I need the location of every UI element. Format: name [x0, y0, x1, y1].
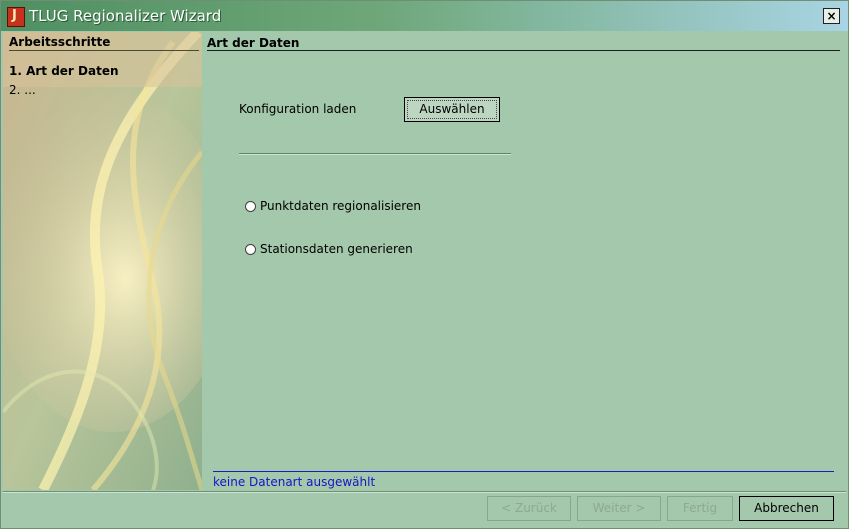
radio-stationsdaten[interactable] [245, 244, 256, 255]
sidebar: Arbeitsschritte 1. Art der Daten 2. ... [3, 32, 202, 490]
sidebar-step-2: 2. ... [9, 83, 36, 97]
page-title: Art der Daten [207, 36, 300, 50]
select-config-button-label: Auswählen [407, 100, 497, 119]
title-bar[interactable]: J TLUG Regionalizer Wizard × [1, 1, 848, 31]
wizard-window: J TLUG Regionalizer Wizard × Arbeitsschr… [0, 0, 849, 529]
cancel-button[interactable]: Abbrechen [739, 496, 834, 521]
select-config-button[interactable]: Auswählen [404, 97, 500, 122]
close-button[interactable]: × [823, 8, 840, 24]
next-button[interactable]: Weiter > [577, 496, 661, 521]
config-label: Konfiguration laden [239, 102, 357, 116]
radio-punktdaten[interactable] [245, 201, 256, 212]
title-divider [207, 50, 840, 51]
sidebar-step-1: 1. Art der Daten [9, 64, 119, 78]
status-message: keine Datenart ausgewählt [213, 475, 376, 489]
window-title: TLUG Regionalizer Wizard [29, 7, 222, 25]
option-label-punktdaten[interactable]: Punktdaten regionalisieren [260, 199, 421, 213]
separator [239, 153, 511, 155]
sidebar-divider [9, 50, 199, 51]
java-icon: J [7, 7, 25, 27]
sidebar-swirl-graphic [3, 32, 202, 490]
sidebar-title: Arbeitsschritte [9, 35, 111, 49]
button-bar-divider [3, 491, 846, 493]
status-divider [213, 471, 834, 472]
option-label-stationsdaten[interactable]: Stationsdaten generieren [260, 242, 413, 256]
finish-button[interactable]: Fertig [667, 496, 733, 521]
back-button[interactable]: < Zurück [487, 496, 571, 521]
